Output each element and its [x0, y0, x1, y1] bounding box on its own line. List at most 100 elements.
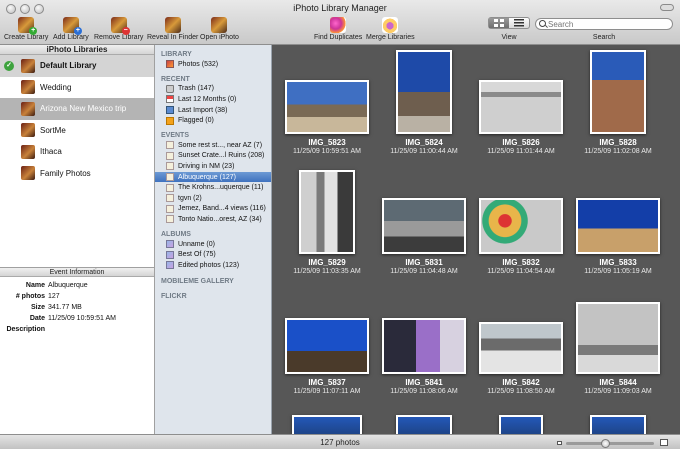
library-row-label: Wedding [40, 82, 72, 92]
add-library-button[interactable]: + Add Library [53, 17, 89, 41]
photo-thumbnail[interactable] [292, 415, 362, 434]
library-row[interactable]: Arizona New Mexico trip [0, 98, 154, 120]
photo-item[interactable]: IMG_5832 11/25/09 11:04:54 AM [473, 170, 569, 290]
event-item[interactable]: Some rest st..., near AZ (7) [155, 140, 271, 151]
photo-thumbnail[interactable] [396, 415, 452, 434]
photo-title: IMG_5828 [599, 138, 637, 147]
album-item[interactable]: Unname (0) [155, 239, 271, 250]
library-row[interactable]: SortMe [0, 120, 154, 142]
library-icon: + [62, 17, 82, 35]
source-item-label: Sunset Crate...l Ruins (208) [178, 152, 265, 160]
find-duplicates-button[interactable]: Find Duplicates [314, 17, 362, 41]
event-item[interactable]: Jemez, Band...4 views (116) [155, 204, 271, 215]
source-item-label: The Krohns...uquerque (11) [178, 184, 264, 192]
source-item-flagged[interactable]: Flagged (0) [155, 115, 271, 126]
photo-item[interactable]: IMG_5842 11/25/09 11:08:50 AM [473, 290, 569, 410]
library-icon [21, 101, 35, 116]
photo-thumbnail[interactable] [479, 322, 563, 374]
library-list: ✓ Default Library Wedding Arizona New Mexic… [0, 55, 154, 184]
info-size-value: 341.77 MB [48, 304, 82, 311]
remove-library-button[interactable]: − Remove Library [94, 17, 143, 41]
flag-icon [166, 116, 174, 125]
info-description-value[interactable] [48, 325, 154, 335]
photo-thumbnail-frame [570, 170, 666, 254]
photo-item[interactable]: IMG_5829 11/25/09 11:03:35 AM [279, 170, 375, 290]
album-item[interactable]: Edited photos (123) [155, 260, 271, 271]
photo-thumbnail[interactable] [299, 170, 355, 254]
search-input[interactable] [535, 18, 673, 30]
event-item[interactable]: Albuquerque (127) [155, 171, 271, 183]
photo-date: 11/25/09 11:07:11 AM [293, 388, 361, 395]
info-date-value: 11/25/09 10:59:51 AM [48, 315, 116, 322]
source-item-last-12-months[interactable]: Last 12 Months (0) [155, 94, 271, 105]
event-item[interactable]: tgvn (2) [155, 193, 271, 204]
merge-libraries-button[interactable]: Merge Libraries [366, 17, 415, 41]
photo-date: 11/25/09 11:02:08 AM [584, 148, 652, 155]
photo-item[interactable]: IMG_5826 11/25/09 11:01:44 AM [473, 50, 569, 170]
photo-thumbnail[interactable] [382, 318, 466, 374]
library-row[interactable]: Family Photos [0, 163, 154, 185]
photo-item[interactable]: IMG_5837 11/25/09 11:07:11 AM [279, 290, 375, 410]
photo-item[interactable]: IMG_5841 11/25/09 11:08:06 AM [376, 290, 472, 410]
open-iphoto-label: Open iPhoto [200, 34, 239, 41]
mobileme-gallery-section-header[interactable]: MOBILEME GALLERY [155, 277, 271, 286]
photo-thumbnail-frame [279, 290, 375, 374]
source-item-label: Trash (147) [178, 85, 214, 93]
photo-thumbnail[interactable] [285, 318, 369, 374]
photo-title: IMG_5833 [599, 258, 637, 267]
photo-item[interactable]: IMG_5844 11/25/09 11:09:03 AM [570, 290, 666, 410]
create-library-button[interactable]: + Create Library [4, 17, 48, 41]
library-row-label: Ithaca [40, 147, 62, 157]
library-row[interactable]: Ithaca [0, 141, 154, 163]
source-item-label: Unname (0) [178, 240, 215, 248]
source-item-label: Edited photos (123) [178, 261, 240, 269]
toolbar-toggle-button[interactable] [660, 4, 674, 11]
photo-thumbnail[interactable] [382, 198, 466, 254]
info-photos-row: # photos 127 [0, 292, 154, 302]
photo-date: 11/25/09 11:04:48 AM [390, 268, 458, 275]
source-item-photos[interactable]: Photos (532) [155, 59, 271, 70]
event-information-header: Event Information [0, 268, 154, 277]
photo-thumbnail[interactable] [479, 80, 563, 134]
source-item-label: Best Of (75) [178, 251, 216, 259]
photo-grid: IMG_5823 11/25/09 10:59:51 AM IMG_5824 11/2… [272, 45, 680, 434]
photo-thumbnail-frame [279, 50, 375, 134]
event-item[interactable]: Driving in NM (23) [155, 161, 271, 172]
albums-list: Unname (0) Best Of (75) Edited photos (123… [155, 239, 271, 271]
source-item-last-import[interactable]: Last Import (38) [155, 105, 271, 116]
photo-thumbnail[interactable] [499, 415, 543, 434]
photo-thumbnail[interactable] [479, 198, 563, 254]
photo-item[interactable]: IMG_5823 11/25/09 10:59:51 AM [279, 50, 375, 170]
flickr-section-header[interactable]: FLICKR [155, 292, 271, 301]
event-item[interactable]: Tonto Natio...orest, AZ (34) [155, 214, 271, 225]
photo-item[interactable]: IMG_5831 11/25/09 11:04:48 AM [376, 170, 472, 290]
photo-thumbnail[interactable] [285, 80, 369, 134]
remove-badge-icon: − [121, 27, 130, 35]
photo-thumbnail[interactable] [396, 50, 452, 134]
album-item[interactable]: Best Of (75) [155, 249, 271, 260]
photo-item[interactable]: IMG_5828 11/25/09 11:02:08 AM [570, 50, 666, 170]
photo-item[interactable]: IMG_5824 11/25/09 11:00:44 AM [376, 50, 472, 170]
library-icon [21, 80, 35, 95]
library-icon [21, 58, 35, 73]
event-item[interactable]: Sunset Crate...l Ruins (208) [155, 151, 271, 162]
photo-thumbnail[interactable] [590, 415, 646, 434]
list-view-button[interactable] [509, 18, 529, 28]
grid-view-button[interactable] [489, 18, 509, 28]
iphoto-library-manager-window: iPhoto Library Manager + Create Library … [0, 0, 680, 449]
source-item-label: Last 12 Months (0) [178, 95, 237, 103]
photo-date: 11/25/09 11:04:54 AM [487, 268, 555, 275]
photo-thumbnail[interactable] [576, 198, 660, 254]
source-item-trash[interactable]: Trash (147) [155, 84, 271, 95]
open-iphoto-button[interactable]: Open iPhoto [200, 17, 239, 41]
photo-date: 11/25/09 11:09:03 AM [584, 388, 652, 395]
photo-thumbnail[interactable] [590, 50, 646, 134]
event-item[interactable]: The Krohns...uquerque (11) [155, 182, 271, 193]
photo-thumbnail[interactable] [576, 302, 660, 374]
source-item-label: Driving in NM (23) [178, 162, 235, 170]
reveal-in-finder-button[interactable]: Reveal In Finder [147, 17, 198, 41]
view-switcher[interactable] [488, 17, 530, 29]
photo-item[interactable]: IMG_5833 11/25/09 11:05:19 AM [570, 170, 666, 290]
library-row[interactable]: Wedding [0, 77, 154, 99]
library-row[interactable]: ✓ Default Library [0, 55, 154, 77]
